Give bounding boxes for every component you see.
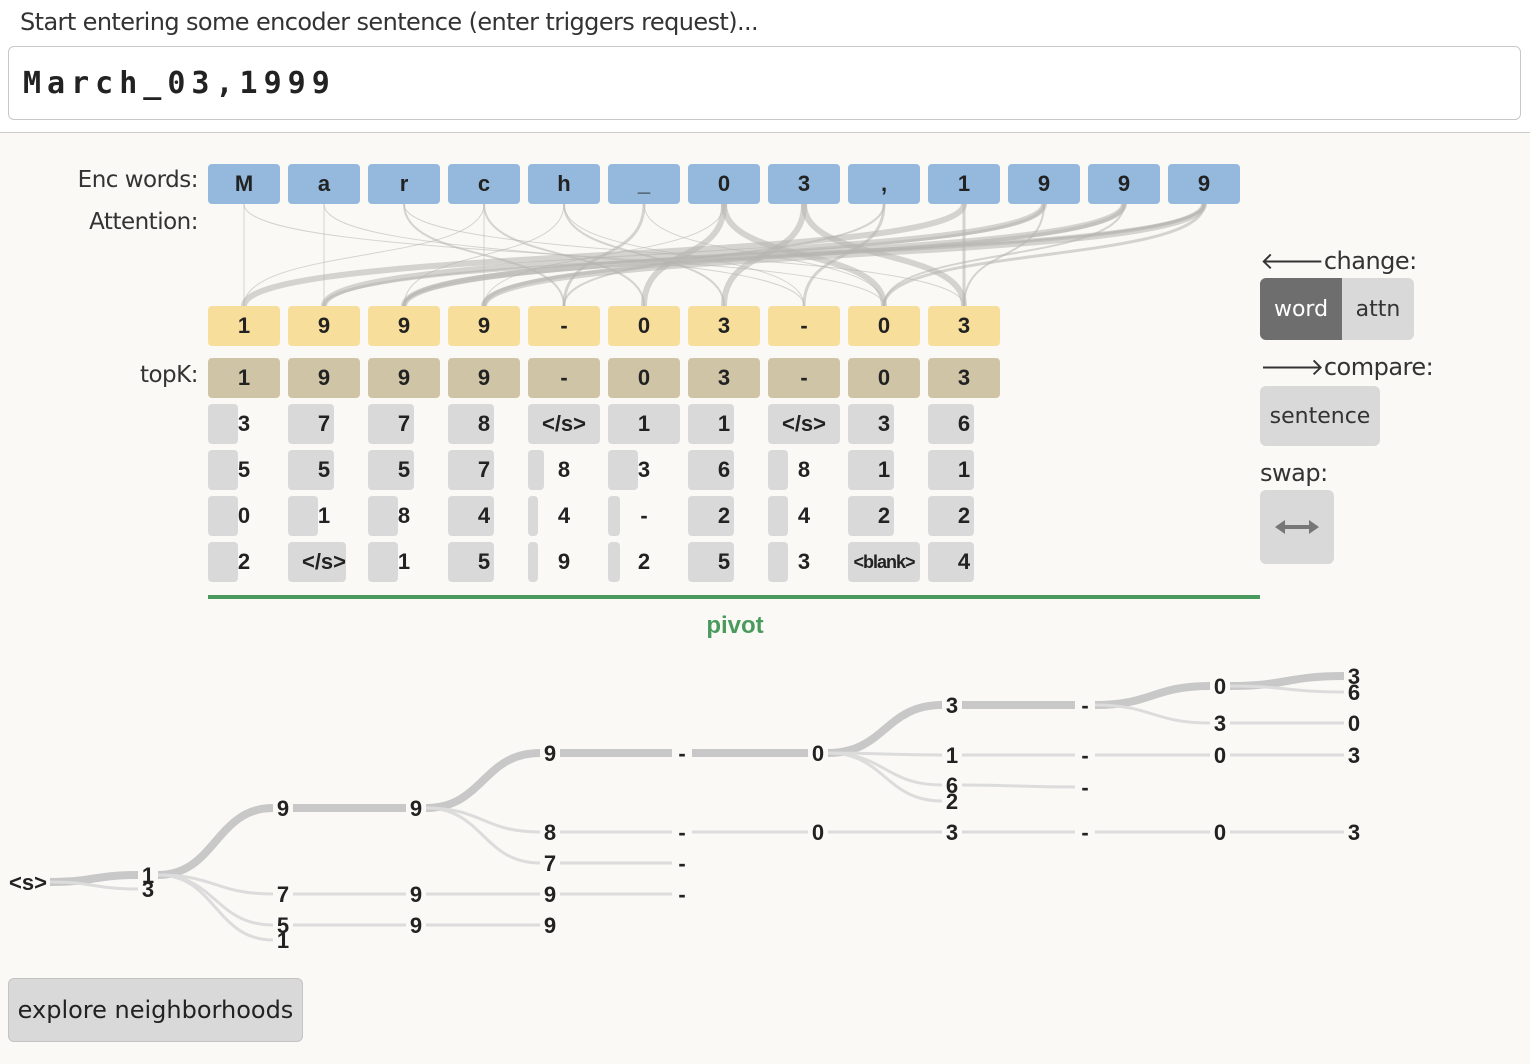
beam-node[interactable]: 9 bbox=[544, 913, 556, 938]
beam-node[interactable]: 3 bbox=[1214, 711, 1226, 736]
beam-node[interactable]: - bbox=[678, 820, 685, 845]
beam-search-tree: <s> 13975199998799----0031623----03003603… bbox=[9, 664, 1360, 953]
beam-node[interactable]: 1 bbox=[277, 928, 289, 953]
beam-node[interactable]: 9 bbox=[277, 796, 289, 821]
beam-node[interactable]: 3 bbox=[1348, 820, 1360, 845]
beam-node[interactable]: 6 bbox=[1348, 680, 1360, 705]
beam-node[interactable]: 7 bbox=[544, 851, 556, 876]
beam-node[interactable]: 1 bbox=[946, 743, 958, 768]
beam-edge bbox=[157, 873, 274, 927]
explore-neighborhoods-button[interactable]: explore neighborhoods bbox=[8, 978, 303, 1042]
beam-node[interactable]: - bbox=[1081, 775, 1088, 800]
beam-node[interactable]: 7 bbox=[277, 882, 289, 907]
beam-node[interactable]: - bbox=[1081, 693, 1088, 718]
beam-node[interactable]: - bbox=[678, 741, 685, 766]
beam-node[interactable]: 0 bbox=[1214, 743, 1226, 768]
beam-node[interactable]: 9 bbox=[410, 882, 422, 907]
beam-edge bbox=[827, 751, 943, 787]
beam-edge bbox=[425, 749, 541, 812]
beam-node[interactable]: 9 bbox=[544, 741, 556, 766]
beam-edge bbox=[1229, 672, 1345, 690]
beam-node[interactable]: 0 bbox=[812, 820, 824, 845]
beam-node[interactable]: 3 bbox=[1348, 743, 1360, 768]
beam-edge bbox=[827, 701, 943, 757]
beam-node[interactable]: 0 bbox=[812, 741, 824, 766]
beam-edge bbox=[425, 806, 541, 834]
beam-node[interactable]: 3 bbox=[946, 820, 958, 845]
beam-node[interactable]: - bbox=[1081, 743, 1088, 768]
beam-node[interactable]: 2 bbox=[946, 789, 958, 814]
beam-edge bbox=[1094, 682, 1211, 709]
beam-node[interactable]: - bbox=[678, 882, 685, 907]
beam-start-node[interactable]: <s> bbox=[9, 870, 47, 895]
beam-edge bbox=[827, 751, 943, 803]
beam-node[interactable]: - bbox=[678, 851, 685, 876]
beam-edge bbox=[961, 783, 1076, 789]
beam-node[interactable]: 0 bbox=[1214, 674, 1226, 699]
beam-edge bbox=[425, 806, 541, 865]
beam-node[interactable]: 9 bbox=[410, 796, 422, 821]
beam-node[interactable]: 3 bbox=[142, 877, 154, 902]
beam-node[interactable]: 0 bbox=[1348, 711, 1360, 736]
beam-node[interactable]: 0 bbox=[1214, 820, 1226, 845]
beam-node[interactable]: - bbox=[1081, 820, 1088, 845]
beam-node[interactable]: 8 bbox=[544, 820, 556, 845]
beam-node[interactable]: 9 bbox=[544, 882, 556, 907]
beam-node[interactable]: 9 bbox=[410, 913, 422, 938]
beam-node[interactable]: 3 bbox=[946, 693, 958, 718]
beam-edge bbox=[157, 804, 274, 879]
